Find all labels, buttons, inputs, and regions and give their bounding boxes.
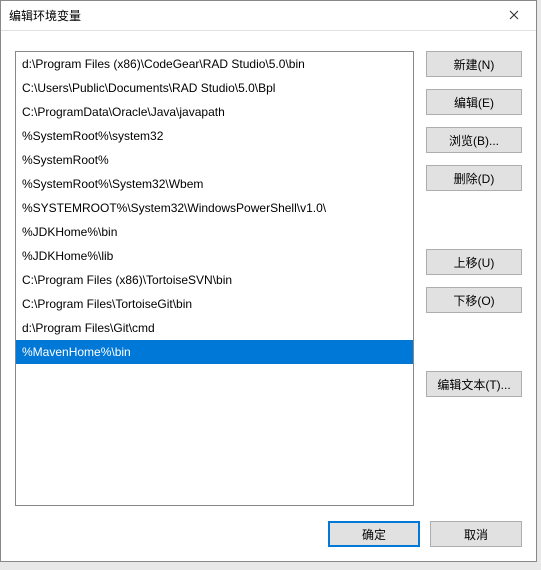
dialog-content: d:\Program Files (x86)\CodeGear\RAD Stud… (1, 31, 536, 561)
list-item[interactable]: C:\Program Files\TortoiseGit\bin (16, 292, 413, 316)
titlebar: 编辑环境变量 (1, 1, 536, 31)
list-item[interactable]: C:\Users\Public\Documents\RAD Studio\5.0… (16, 76, 413, 100)
list-item[interactable]: %JDKHome%\bin (16, 220, 413, 244)
close-button[interactable] (491, 1, 536, 31)
list-item[interactable]: %MavenHome%\bin (16, 340, 413, 364)
close-icon (509, 8, 519, 23)
move-down-button[interactable]: 下移(O) (426, 287, 522, 313)
delete-button[interactable]: 删除(D) (426, 165, 522, 191)
browse-button[interactable]: 浏览(B)... (426, 127, 522, 153)
dialog-footer: 确定 取消 (328, 521, 522, 547)
list-item[interactable]: %SystemRoot%\System32\Wbem (16, 172, 413, 196)
main-row: d:\Program Files (x86)\CodeGear\RAD Stud… (15, 51, 522, 506)
edit-button[interactable]: 编辑(E) (426, 89, 522, 115)
path-listbox[interactable]: d:\Program Files (x86)\CodeGear\RAD Stud… (15, 51, 414, 506)
ok-button[interactable]: 确定 (328, 521, 420, 547)
dialog-title: 编辑环境变量 (1, 7, 491, 24)
list-item[interactable]: d:\Program Files (x86)\CodeGear\RAD Stud… (16, 52, 413, 76)
list-item[interactable]: C:\Program Files (x86)\TortoiseSVN\bin (16, 268, 413, 292)
list-item[interactable]: C:\ProgramData\Oracle\Java\javapath (16, 100, 413, 124)
move-up-button[interactable]: 上移(U) (426, 249, 522, 275)
list-item[interactable]: %JDKHome%\lib (16, 244, 413, 268)
new-button[interactable]: 新建(N) (426, 51, 522, 77)
cancel-button[interactable]: 取消 (430, 521, 522, 547)
list-item[interactable]: %SystemRoot% (16, 148, 413, 172)
list-item[interactable]: d:\Program Files\Git\cmd (16, 316, 413, 340)
list-item[interactable]: %SYSTEMROOT%\System32\WindowsPowerShell\… (16, 196, 413, 220)
list-item[interactable]: %SystemRoot%\system32 (16, 124, 413, 148)
edit-text-button[interactable]: 编辑文本(T)... (426, 371, 522, 397)
env-var-edit-dialog: 编辑环境变量 d:\Program Files (x86)\CodeGear\R… (0, 0, 537, 562)
button-column: 新建(N) 编辑(E) 浏览(B)... 删除(D) 上移(U) 下移(O) 编… (426, 51, 522, 506)
